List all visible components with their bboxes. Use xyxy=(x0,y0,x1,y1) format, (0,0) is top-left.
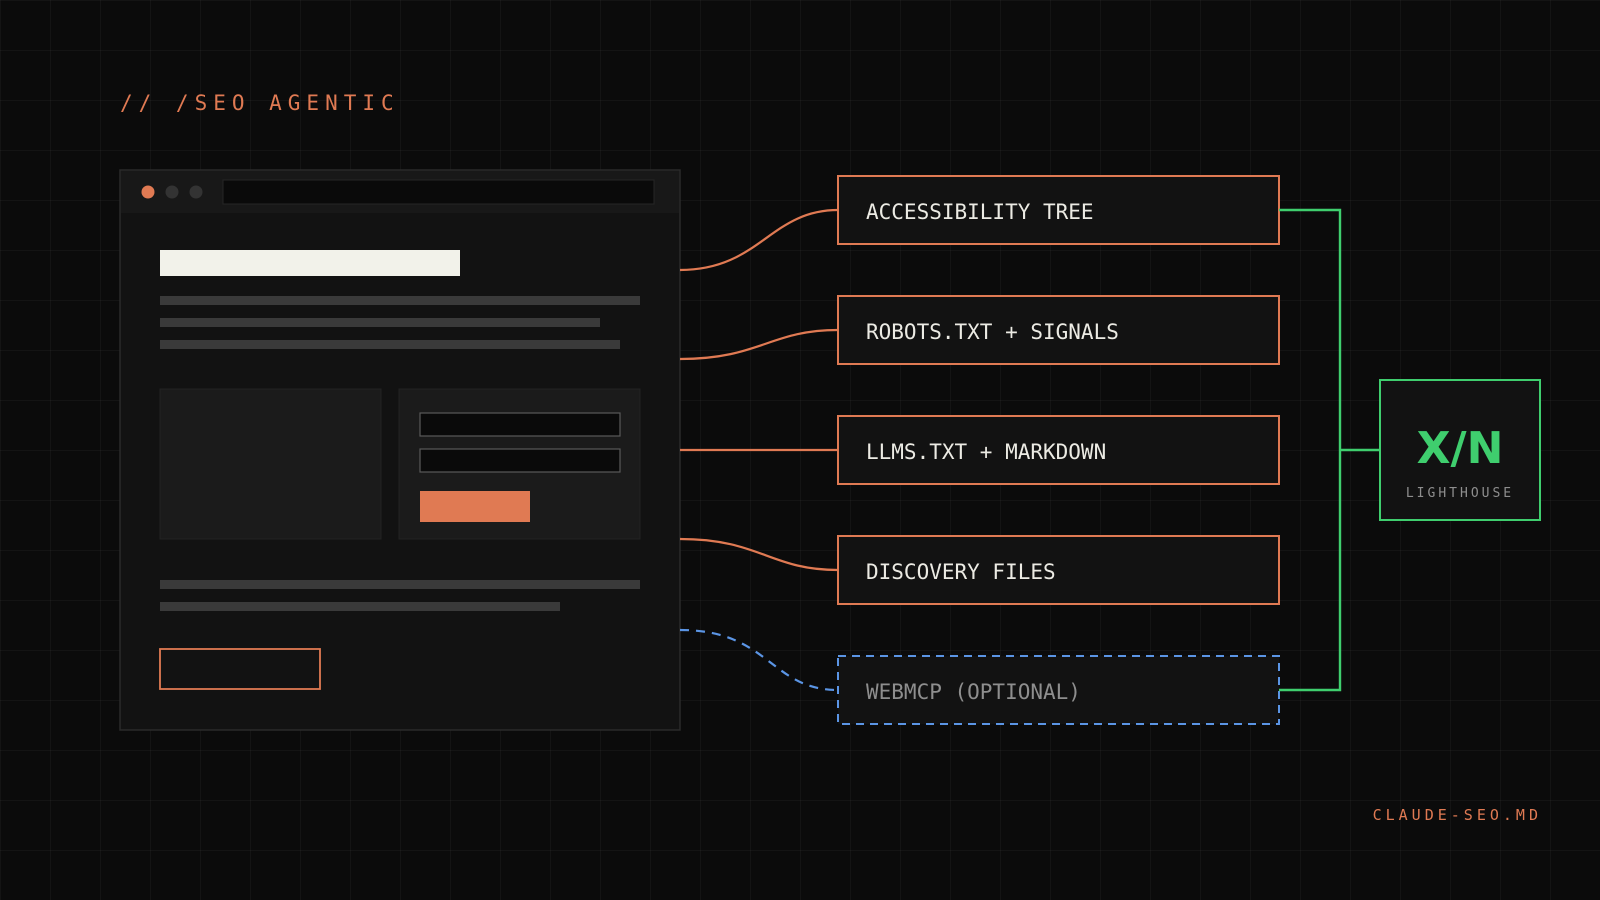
score-value: X/N xyxy=(1417,423,1504,474)
connector-discovery xyxy=(679,537,839,572)
signal-label: LLMS.TXT + MARKDOWN xyxy=(866,440,1106,464)
bracket-line xyxy=(1279,208,1342,692)
signal-label-optional: WEBMCP (OPTIONAL) xyxy=(866,680,1081,704)
connector-robots xyxy=(679,328,839,361)
signal-node-discovery: DISCOVERY FILES xyxy=(837,535,1280,605)
text-line-placeholder xyxy=(160,580,640,589)
window-close-dot xyxy=(141,185,155,199)
lighthouse-score: X/N LIGHTHOUSE xyxy=(1379,379,1541,521)
text-line-placeholder xyxy=(160,318,600,327)
image-placeholder xyxy=(159,388,382,540)
text-line-placeholder xyxy=(160,340,620,349)
signal-node-webmcp: WEBMCP (OPTIONAL) xyxy=(837,655,1280,725)
browser-connectors xyxy=(679,208,839,692)
footer-label: CLAUDE-SEO.MD xyxy=(1373,806,1542,824)
form-input-placeholder xyxy=(419,412,621,437)
signal-label: ACCESSIBILITY TREE xyxy=(866,200,1094,224)
connector-accessibility xyxy=(679,208,839,272)
form-input-placeholder xyxy=(419,448,621,473)
window-maximize-dot xyxy=(189,185,203,199)
text-line-placeholder xyxy=(160,602,560,611)
text-line-placeholder xyxy=(160,296,640,305)
seo-agentic-diagram: // /SEO AGENTIC ACCESSIBILITY TREE ROBOT… xyxy=(119,91,1542,824)
signal-node-accessibility: ACCESSIBILITY TREE xyxy=(837,175,1280,245)
section-label: // /SEO AGENTIC xyxy=(120,91,400,115)
connector-webmcp xyxy=(679,628,839,692)
page-heading-placeholder xyxy=(160,250,460,276)
score-bracket xyxy=(1279,208,1380,692)
window-minimize-dot xyxy=(165,185,179,199)
form-submit-placeholder xyxy=(420,491,530,522)
signal-label: ROBOTS.TXT + SIGNALS xyxy=(866,320,1119,344)
browser-mockup xyxy=(119,169,681,731)
score-label: LIGHTHOUSE xyxy=(1406,486,1514,501)
address-bar xyxy=(222,179,655,205)
signal-node-robots: ROBOTS.TXT + SIGNALS xyxy=(837,295,1280,365)
signal-label: DISCOVERY FILES xyxy=(866,560,1056,584)
signal-node-llms: LLMS.TXT + MARKDOWN xyxy=(837,415,1280,485)
